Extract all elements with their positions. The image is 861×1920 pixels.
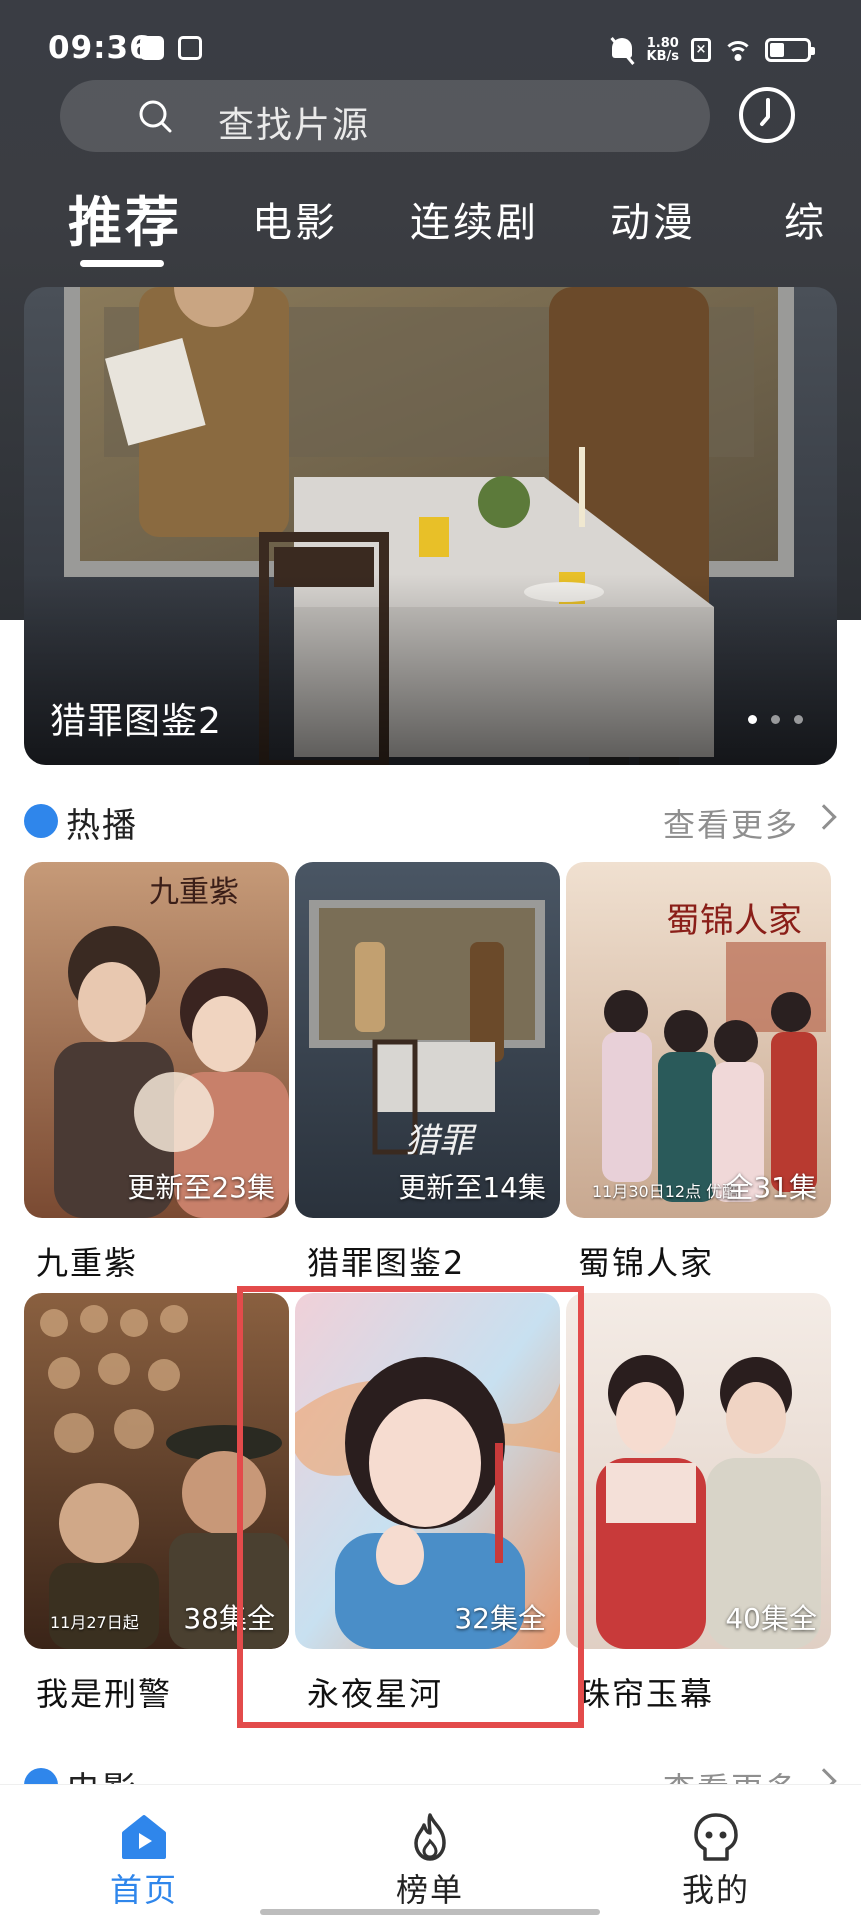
highlight-box <box>237 1286 584 1728</box>
chevron-right-icon[interactable] <box>811 804 837 830</box>
poster-image[interactable]: 猎罪 更新至14集 <box>295 862 560 1218</box>
status-time: 09:36 <box>48 30 152 66</box>
poster-title-art: 九重紫 <box>149 876 239 909</box>
nav-label: 我的 <box>681 1871 750 1909</box>
poster-image[interactable]: 蜀锦人家 11月30日12点 优酷 全31集 <box>566 862 831 1218</box>
hot-section-header: 热播 查看更多 <box>24 794 837 846</box>
profile-icon <box>694 1813 738 1861</box>
bag-icon <box>178 36 202 60</box>
search-input[interactable]: 查找片源 <box>218 96 370 148</box>
home-indicator[interactable] <box>260 1909 600 1915</box>
card-title: 蜀锦人家 <box>578 1244 715 1282</box>
active-tab-indicator <box>80 260 164 267</box>
release-date-label: 11月30日12点 优酷 <box>592 1182 739 1201</box>
episode-badge: 全31集 <box>725 1171 817 1204</box>
section-dot-icon <box>24 804 58 838</box>
net-speed: 1.80 KB/s <box>647 37 679 63</box>
section-title: 热播 <box>66 806 138 846</box>
tab-recommend[interactable]: 推荐 <box>68 178 182 257</box>
status-icons: 1.80 KB/s × <box>609 32 815 68</box>
sim-off-icon: × <box>691 38 711 62</box>
bottom-nav: 首页 榜单 我的 <box>0 1784 861 1920</box>
search-bar[interactable]: 查找片源 <box>60 80 710 152</box>
video-card[interactable]: 九重紫 更新至23集 九重紫 <box>24 862 289 1284</box>
message-icon <box>140 36 164 60</box>
tab-series[interactable]: 连续剧 <box>410 190 539 248</box>
poster-image[interactable]: 40集全 <box>566 1293 831 1649</box>
history-clock-icon[interactable] <box>738 86 796 144</box>
poster-title-art: 蜀锦人家 <box>666 902 802 940</box>
card-title: 珠帘玉幕 <box>578 1675 715 1713</box>
pagination-dot <box>771 715 780 724</box>
home-play-icon <box>122 1815 166 1859</box>
tab-anime[interactable]: 动漫 <box>610 190 696 248</box>
app-screen: 09:36 1.80 KB/s × 查找片源 推荐 电影 连续剧 动漫 综 猎罪… <box>0 0 861 1920</box>
search-icon <box>139 100 172 133</box>
nav-ranking[interactable]: 榜单 <box>330 1785 530 1909</box>
tab-variety[interactable]: 综 <box>784 190 827 248</box>
video-card[interactable]: 猎罪 更新至14集 猎罪图鉴2 <box>295 862 560 1284</box>
battery-icon <box>765 38 815 62</box>
view-more-link[interactable]: 查看更多 <box>663 800 799 846</box>
nav-profile[interactable]: 我的 <box>616 1785 816 1909</box>
status-bar: 09:36 1.80 KB/s × <box>0 0 861 90</box>
pagination-dot <box>794 715 803 724</box>
card-title: 九重紫 <box>36 1244 139 1282</box>
banner-pagination <box>748 715 803 724</box>
nav-home[interactable]: 首页 <box>44 1785 244 1909</box>
release-date-label: 11月27日起 <box>50 1613 139 1632</box>
banner-title: 猎罪图鉴2 <box>50 701 222 742</box>
video-card[interactable]: 40集全 珠帘玉幕 <box>566 1293 831 1715</box>
tab-movies[interactable]: 电影 <box>252 190 338 248</box>
wifi-icon <box>723 39 753 61</box>
mute-icon <box>609 36 635 64</box>
hero-banner[interactable]: 猎罪图鉴2 <box>24 287 837 765</box>
episode-badge: 40集全 <box>725 1602 817 1635</box>
net-speed-unit: KB/s <box>646 49 679 64</box>
nav-label: 首页 <box>109 1871 178 1909</box>
nav-label: 榜单 <box>395 1871 464 1909</box>
video-card[interactable]: 蜀锦人家 11月30日12点 优酷 全31集 蜀锦人家 <box>566 862 831 1284</box>
card-title: 猎罪图鉴2 <box>307 1244 466 1282</box>
poster-title-art: 猎罪 <box>405 1123 477 1160</box>
flame-icon <box>414 1813 446 1861</box>
poster-image[interactable]: 九重紫 更新至23集 <box>24 862 289 1218</box>
category-tabs: 推荐 电影 连续剧 动漫 综 <box>0 178 861 268</box>
episode-badge: 更新至23集 <box>127 1171 275 1204</box>
pagination-dot <box>748 715 757 724</box>
episode-badge: 更新至14集 <box>398 1171 546 1204</box>
